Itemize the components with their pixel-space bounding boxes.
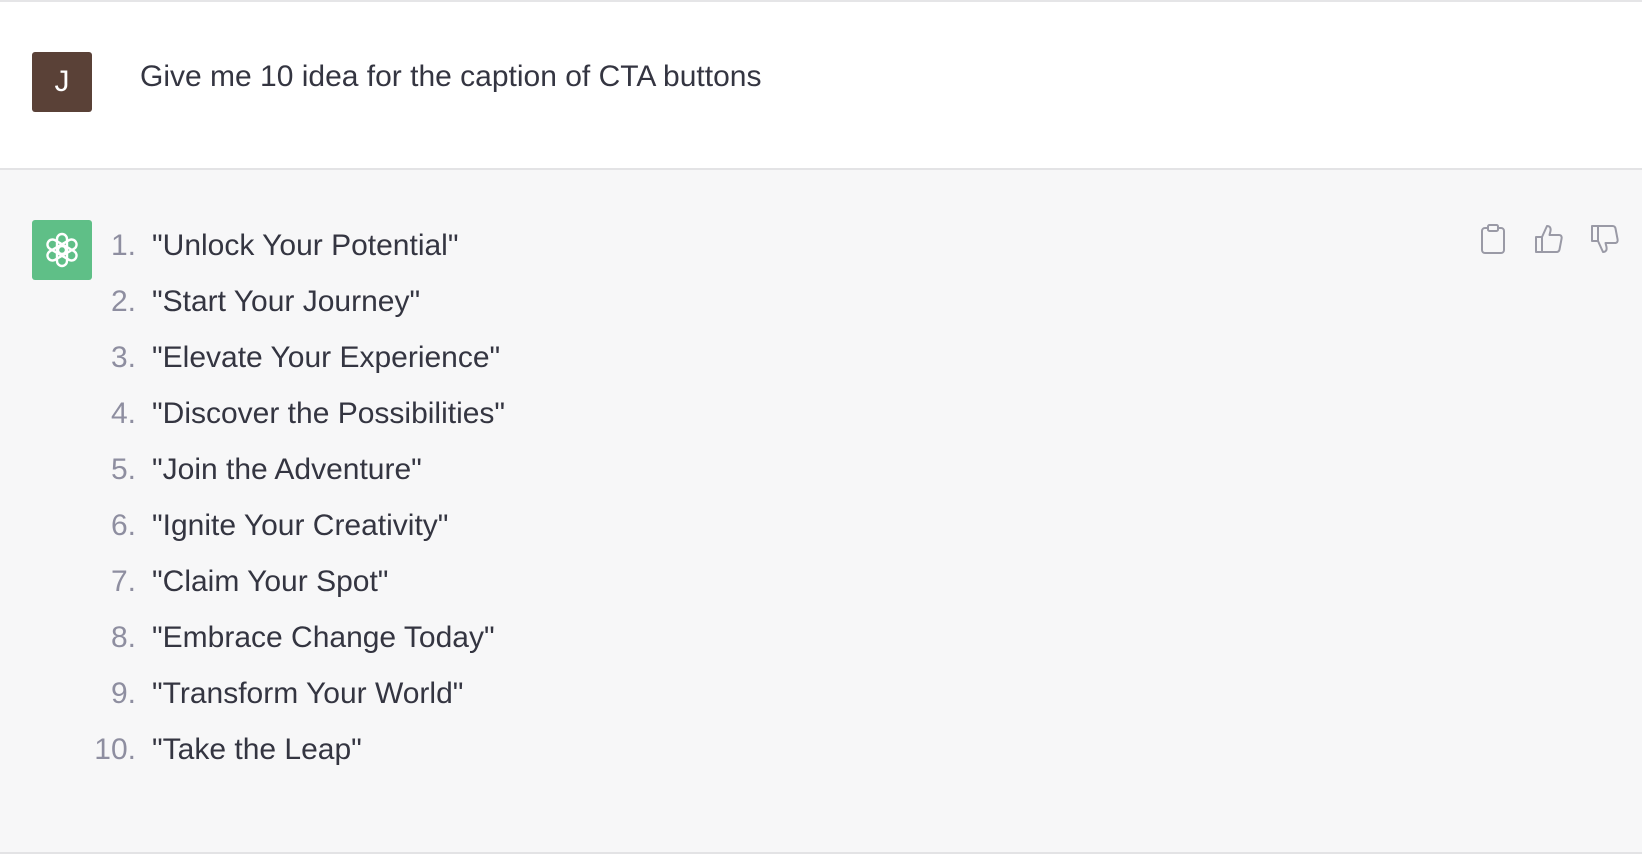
user-avatar: J	[32, 52, 92, 112]
chat-page: J Give me 10 idea for the caption of CTA…	[0, 0, 1642, 856]
list-item: 3. "Elevate Your Experience"	[0, 334, 700, 390]
list-item-text: "Start Your Journey"	[152, 285, 421, 318]
message-actions	[1476, 222, 1622, 256]
list-item-text: "Claim Your Spot"	[152, 565, 389, 598]
list-item: 7. "Claim Your Spot"	[0, 558, 700, 614]
list-item: 10. "Take the Leap"	[0, 726, 700, 782]
list-item-text: "Discover the Possibilities"	[152, 397, 506, 430]
list-item-text: "Elevate Your Experience"	[152, 341, 501, 374]
list-item-number: 8.	[110, 621, 136, 654]
assistant-message-row: 1. "Unlock Your Potential" 2. "Start You…	[0, 170, 1642, 854]
list-item-text: "Embrace Change Today"	[152, 621, 495, 654]
list-item-number: 3.	[110, 341, 136, 374]
copy-button[interactable]	[1476, 222, 1510, 256]
user-avatar-letter: J	[54, 65, 70, 98]
user-message-row: J Give me 10 idea for the caption of CTA…	[0, 0, 1642, 170]
thumbs-up-button[interactable]	[1532, 222, 1566, 256]
list-item-number: 6.	[110, 509, 136, 542]
thumbs-up-icon	[1535, 225, 1563, 253]
list-item-text: "Transform Your World"	[152, 677, 464, 710]
list-item-number: 4.	[110, 397, 136, 430]
list-item: 5. "Join the Adventure"	[0, 446, 700, 502]
list-item-number: 5.	[110, 453, 136, 486]
list-item-text: "Unlock Your Potential"	[152, 229, 459, 262]
list-item: 8. "Embrace Change Today"	[0, 614, 700, 670]
list-item-text: "Join the Adventure"	[152, 453, 422, 486]
list-item-number: 10.	[94, 733, 136, 766]
list-item-number: 9.	[110, 677, 136, 710]
list-item-text: "Take the Leap"	[152, 733, 362, 766]
list-item: 2. "Start Your Journey"	[0, 278, 700, 334]
user-message-text: Give me 10 idea for the caption of CTA b…	[140, 60, 762, 93]
list-item: 6. "Ignite Your Creativity"	[0, 502, 700, 558]
list-item: 9. "Transform Your World"	[0, 670, 700, 726]
clipboard-icon	[1481, 224, 1505, 254]
list-item-number: 1.	[110, 229, 136, 262]
thumbs-down-button[interactable]	[1588, 222, 1622, 256]
answer-list: 1. "Unlock Your Potential" 2. "Start You…	[0, 222, 700, 782]
list-item-number: 2.	[110, 285, 136, 318]
thumbs-down-icon	[1591, 225, 1619, 253]
list-item: 1. "Unlock Your Potential"	[0, 222, 700, 278]
list-item: 4. "Discover the Possibilities"	[0, 390, 700, 446]
list-item-number: 7.	[110, 565, 136, 598]
list-item-text: "Ignite Your Creativity"	[152, 509, 449, 542]
